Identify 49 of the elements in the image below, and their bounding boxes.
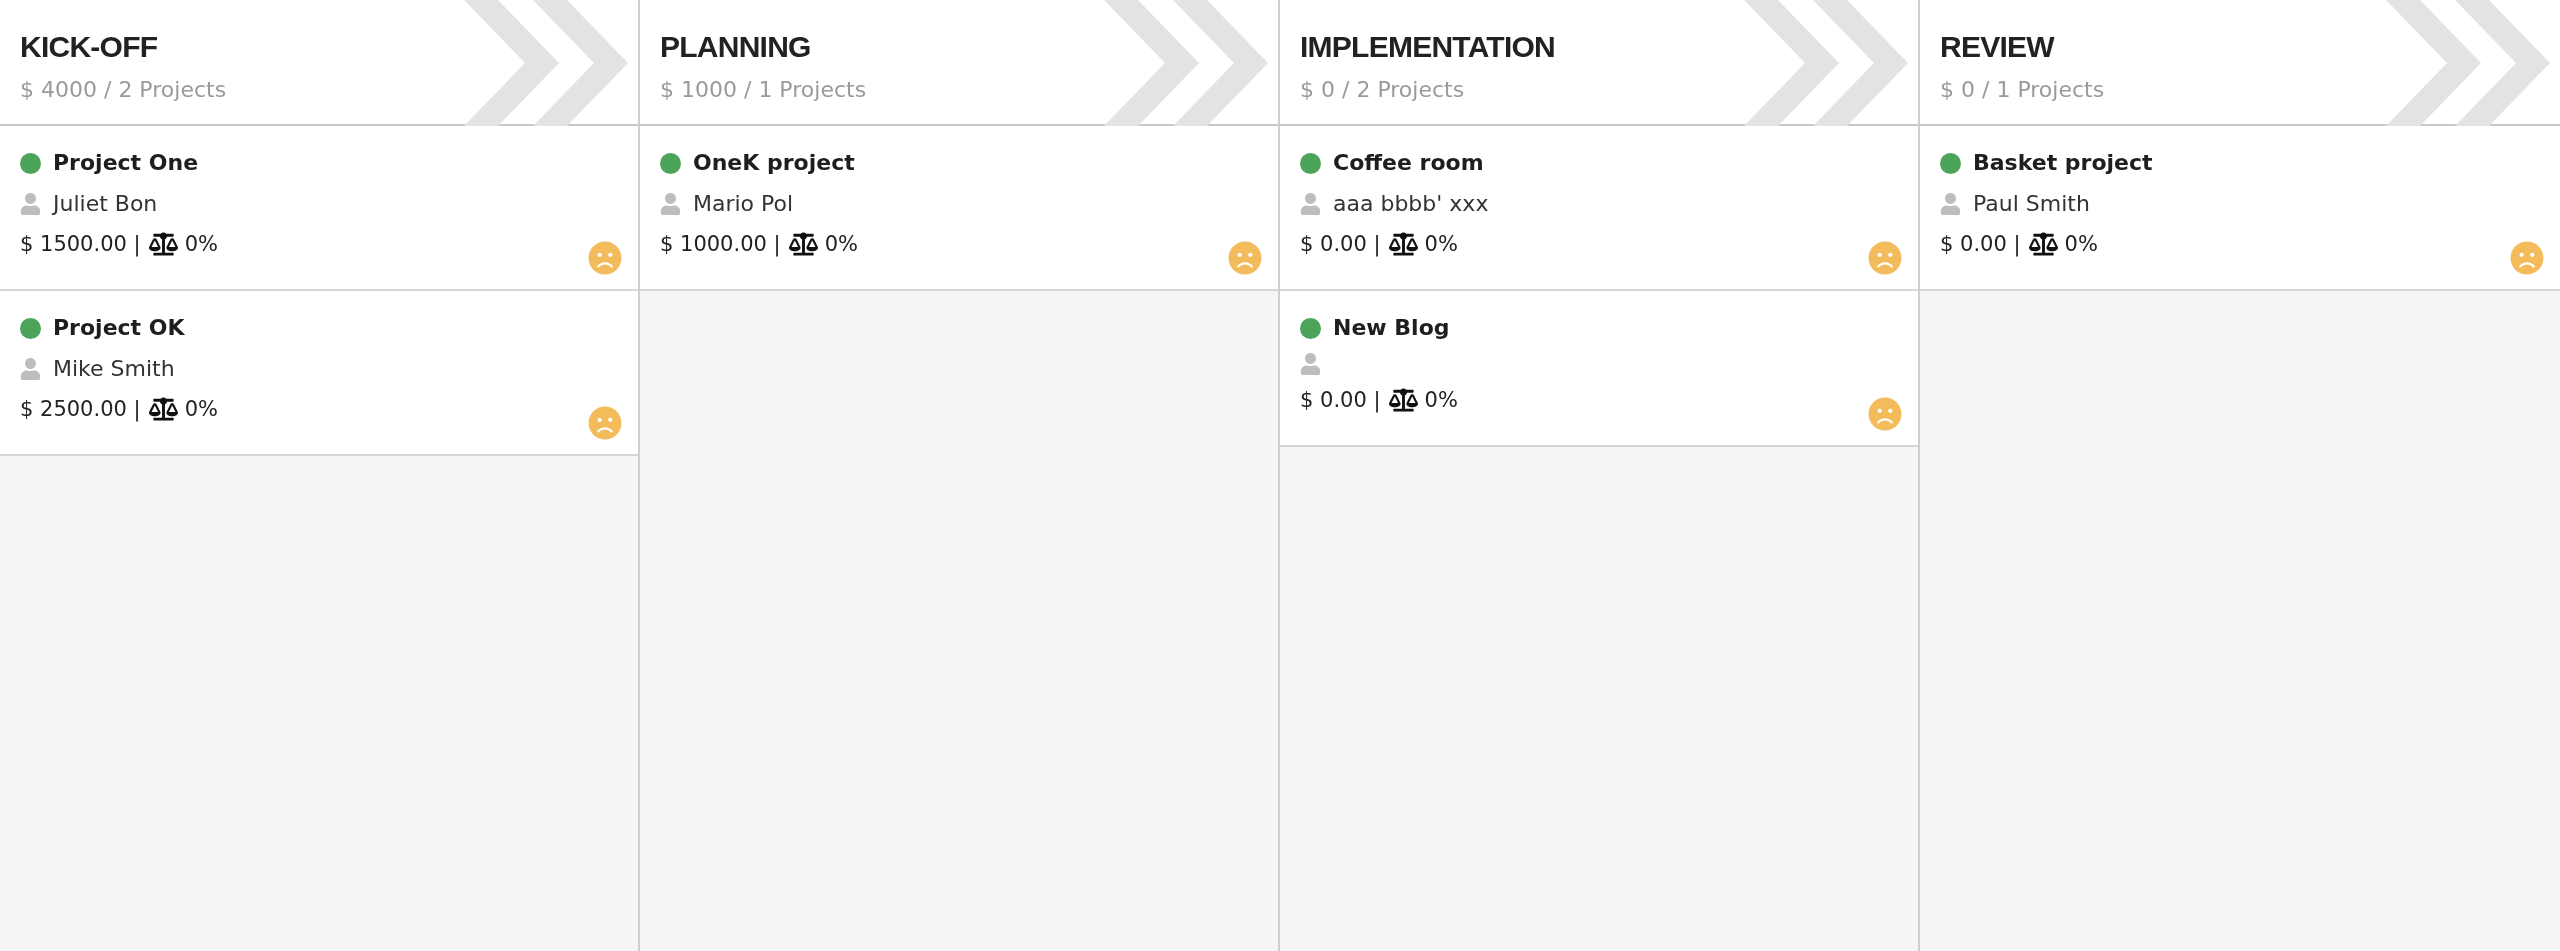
budget-amount: $ 2500.00 | (20, 396, 141, 424)
project-title: OneK project (693, 149, 855, 177)
stage-title: KICK-OFF (20, 29, 158, 65)
stage-summary: $ 0 / 2 Projects (1300, 76, 1465, 104)
person-icon (1300, 353, 1321, 375)
project-card[interactable]: OneK project Mario Pol $ 1000.00 | 0% (640, 126, 1278, 291)
project-card[interactable]: Project OK Mike Smith $ 2500.00 | 0% (0, 291, 638, 456)
balance-scale-icon (1388, 232, 1418, 256)
project-title: Project OK (53, 314, 185, 342)
budget-amount: $ 1500.00 | (20, 231, 141, 259)
project-card[interactable]: Coffee room aaa bbbb' xxx $ 0.00 | 0% (1280, 126, 1918, 291)
person-icon (1300, 192, 1321, 215)
stage-summary: $ 4000 / 2 Projects (20, 76, 227, 104)
budget-amount: $ 0.00 | (1940, 231, 2021, 259)
project-title: Project One (53, 149, 199, 177)
progress-percent: 0% (184, 396, 218, 423)
balance-scale-icon (2028, 232, 2058, 256)
owner-name: Juliet Bon (53, 189, 158, 218)
budget-amount: $ 1000.00 | (660, 231, 781, 259)
progress-percent: 0% (1424, 387, 1458, 414)
progress-percent: 0% (2064, 231, 2098, 258)
project-title: Coffee room (1333, 149, 1484, 177)
owner-name: Mario Pol (693, 189, 794, 218)
stage-title: IMPLEMENTATION (1300, 29, 1556, 65)
stage-summary: $ 0 / 1 Projects (1940, 76, 2105, 104)
stage-title: REVIEW (1940, 29, 2054, 65)
project-card[interactable]: New Blog $ 0.00 | 0% (1280, 291, 1918, 447)
balance-scale-icon (148, 232, 178, 256)
balance-scale-icon (1388, 388, 1418, 412)
balance-scale-icon (788, 232, 818, 256)
project-title: Basket project (1973, 149, 2153, 177)
project-card[interactable]: Project One Juliet Bon $ 1500.00 | 0% (0, 126, 638, 291)
progress-percent: 0% (1424, 231, 1458, 258)
budget-amount: $ 0.00 | (1300, 387, 1381, 415)
progress-percent: 0% (184, 231, 218, 258)
person-icon (660, 192, 681, 215)
stage-summary: $ 1000 / 1 Projects (660, 76, 867, 104)
balance-scale-icon (148, 397, 178, 421)
person-icon (20, 357, 41, 380)
project-title: New Blog (1333, 314, 1450, 342)
progress-percent: 0% (824, 231, 858, 258)
stage-title: PLANNING (660, 29, 811, 65)
person-icon (20, 192, 41, 215)
owner-name: Mike Smith (53, 354, 175, 383)
project-card[interactable]: Basket project Paul Smith $ 0.00 | 0% (1920, 126, 2560, 291)
budget-amount: $ 0.00 | (1300, 231, 1381, 259)
owner-name: aaa bbbb' xxx (1333, 189, 1489, 218)
owner-name: Paul Smith (1973, 189, 2090, 218)
person-icon (1940, 192, 1961, 215)
